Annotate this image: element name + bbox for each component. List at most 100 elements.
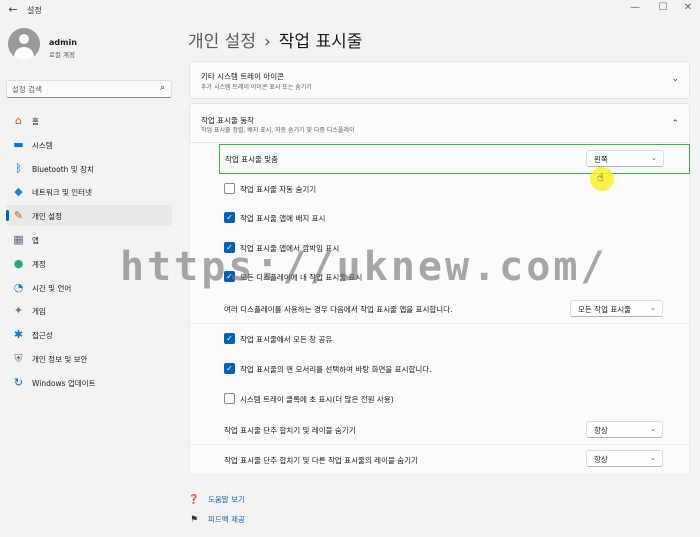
share-window-row[interactable]: ✓ 작업 표시줄에서 모든 창 공유 [189,325,690,352]
sidebar-item-label: 네트워크 및 인터넷 [32,188,92,198]
alignment-label: 작업 표시줄 맞춤 [225,155,279,164]
chevron-down-icon[interactable]: ⌄ [671,74,679,84]
watermark: https://uknew.com/ [120,244,608,290]
tray-seconds-row[interactable]: 시스템 트레이 클록에 초 표시(더 많은 전원 사용) [189,385,690,412]
wifi-icon: ◆ [14,185,23,199]
sidebar-item-3[interactable]: ◆ 네트워크 및 인터넷 [6,181,172,202]
help-link[interactable]: ❓ 도움말 보기 [188,494,245,505]
sidebar-item-label: 계정 [32,259,46,269]
sidebar-item-11[interactable]: ↻ Windows 업데이트 [6,372,172,393]
badges-checkbox[interactable]: ✓ [224,212,235,223]
title-bar: ← 설정 — ☐ ✕ [0,0,700,22]
breadcrumb-parent[interactable]: 개인 설정 [188,32,256,52]
sidebar-item-label: 앱 [32,235,39,245]
sidebar-item-label: 개인 설정 [32,212,62,222]
combine-other-row: 작업 표시줄 단추 합치기 및 다른 작업 표시줄의 레이블 숨기기 항상 ⌄ [189,445,690,475]
share-window-checkbox[interactable]: ✓ [224,333,235,344]
system-monitor-icon: ▬ [13,137,24,151]
brush-icon: ✎ [13,209,24,223]
sidebar-item-10[interactable]: ⛨ 개인 정보 및 보안 [6,348,172,369]
sidebar-item-label: 시간 및 언어 [32,283,72,293]
chevron-up-icon[interactable]: ⌃ [671,119,679,129]
behaviors-subtitle: 작업 표시줄 정렬, 배지 표시, 자동 숨기기 및 다중 디스플레이 [201,127,355,134]
hand-cursor-icon: ☝ [597,171,604,184]
globe-clock-icon: ◔ [13,280,24,294]
tray-icons-section[interactable]: 기타 시스템 트레이 아이콘 추가 시스템 트레이 아이콘 표시 또는 숨기기 … [189,61,690,99]
back-arrow-icon[interactable]: ← [6,3,20,16]
gamepad-icon: ✦ [13,304,24,318]
search-box[interactable]: ⌕ [6,80,172,98]
alignment-value: 왼쪽 [594,155,608,164]
tray-seconds-label: 시스템 트레이 클록에 초 표시(더 많은 전원 사용) [240,395,394,404]
badges-row[interactable]: ✓ 작업 표시줄 앱에 배지 표시 [189,205,690,232]
user-name: admin [49,38,77,47]
auto-hide-row[interactable]: 작업 표시줄 자동 숨기기 [189,176,690,203]
tray-icons-subtitle: 추가 시스템 트레이 아이콘 표시 또는 숨기기 [201,84,312,91]
tray-seconds-checkbox[interactable] [224,393,235,404]
combine-buttons-label: 작업 표시줄 단추 합치기 및 레이블 숨기기 [224,426,356,435]
combine-buttons-dropdown[interactable]: 항상 ⌄ [586,421,663,438]
bluetooth-icon: ᛒ [15,161,22,175]
help-icon: ❓ [188,495,200,505]
page-title: 개인 설정 › 작업 표시줄 [188,27,362,52]
combine-buttons-row: 작업 표시줄 단추 합치기 및 레이블 숨기기 항상 ⌄ [189,415,690,445]
combine-other-value: 항상 [594,455,608,464]
window-title: 설정 [27,6,42,15]
sidebar-item-label: 시스템 [32,140,53,150]
account-type: 로컬 계정 [49,51,75,59]
multi-display-value: 모든 작업 표시줄 [578,305,632,314]
chevron-down-icon: ⌄ [650,304,656,312]
home-icon: ⌂ [15,114,22,127]
accessibility-icon: ✱ [13,328,24,342]
chevron-down-icon: ⌄ [651,154,657,162]
badges-label: 작업 표시줄 앱에 배지 표시 [240,214,326,223]
search-input[interactable] [12,83,152,95]
multi-display-label: 여러 디스플레이를 사용하는 경우 다음에서 작업 표시줄 앱을 표시합니다. [224,305,453,314]
sidebar-item-1[interactable]: ▬ 시스템 [6,134,172,155]
feedback-label: 피드백 제공 [208,515,245,524]
minimize-button[interactable]: — [623,2,647,13]
avatar [8,28,40,60]
maximize-button[interactable]: ☐ [651,2,675,13]
sidebar-item-label: 홈 [32,117,39,126]
behaviors-section[interactable]: 작업 표시줄 동작 작업 표시줄 정렬, 배지 표시, 자동 숨기기 및 다중 … [189,103,690,143]
sidebar-item-label: Bluetooth 및 장치 [32,164,94,174]
multi-display-dropdown[interactable]: 모든 작업 표시줄 ⌄ [570,300,663,317]
search-icon[interactable]: ⌕ [160,83,165,93]
breadcrumb-current: 작업 표시줄 [278,32,363,52]
alignment-dropdown[interactable]: 왼쪽 ⌄ [586,150,664,167]
shield-icon: ⛨ [14,351,23,365]
corner-desktop-checkbox[interactable]: ✓ [224,363,235,374]
feedback-link[interactable]: ⚑ 피드백 제공 [188,514,245,525]
sidebar-item-label: 개인 정보 및 보안 [32,354,88,364]
feedback-icon: ⚑ [189,515,199,525]
alignment-row: 작업 표시줄 맞춤 왼쪽 ⌄ [219,144,690,174]
corner-desktop-label: 작업 표시줄의 맨 모서리를 선택하여 바탕 화면을 표시합니다. [240,365,432,374]
update-icon: ↻ [13,375,24,389]
chevron-down-icon: ⌄ [650,425,656,433]
apps-icon: ▦ [13,232,24,246]
multi-display-row: 여러 디스플레이를 사용하는 경우 다음에서 작업 표시줄 앱을 표시합니다. … [189,294,690,324]
mouse-cursor-highlight: ☝ [590,167,614,191]
sidebar-item-label: Windows 업데이트 [32,378,96,388]
combine-other-dropdown[interactable]: 항상 ⌄ [586,450,663,467]
sidebar-item-label: 접근성 [32,331,53,341]
share-window-label: 작업 표시줄에서 모든 창 공유 [240,335,333,344]
combine-other-label: 작업 표시줄 단추 합치기 및 다른 작업 표시줄의 레이블 숨기기 [224,456,418,465]
sidebar-item-9[interactable]: ✱ 접근성 [6,324,172,345]
sidebar-item-2[interactable]: ᛒ Bluetooth 및 장치 [6,158,172,179]
combine-buttons-value: 항상 [594,426,608,435]
auto-hide-label: 작업 표시줄 자동 숨기기 [240,185,317,194]
sidebar-item-8[interactable]: ✦ 게임 [6,300,172,321]
sidebar-item-4[interactable]: ✎ 개인 설정 [6,205,172,227]
tray-icons-title: 기타 시스템 트레이 아이콘 [201,72,285,81]
sidebar-item-0[interactable]: ⌂ 홈 [6,110,172,131]
help-label: 도움말 보기 [208,495,245,504]
breadcrumb-separator: › [263,32,271,52]
sidebar-item-label: 게임 [32,307,46,317]
corner-desktop-row[interactable]: ✓ 작업 표시줄의 맨 모서리를 선택하여 바탕 화면을 표시합니다. [189,355,690,382]
account-icon: ● [13,256,24,270]
chevron-down-icon: ⌄ [650,454,656,462]
auto-hide-checkbox[interactable] [224,183,235,194]
close-button[interactable]: ✕ [676,2,700,13]
